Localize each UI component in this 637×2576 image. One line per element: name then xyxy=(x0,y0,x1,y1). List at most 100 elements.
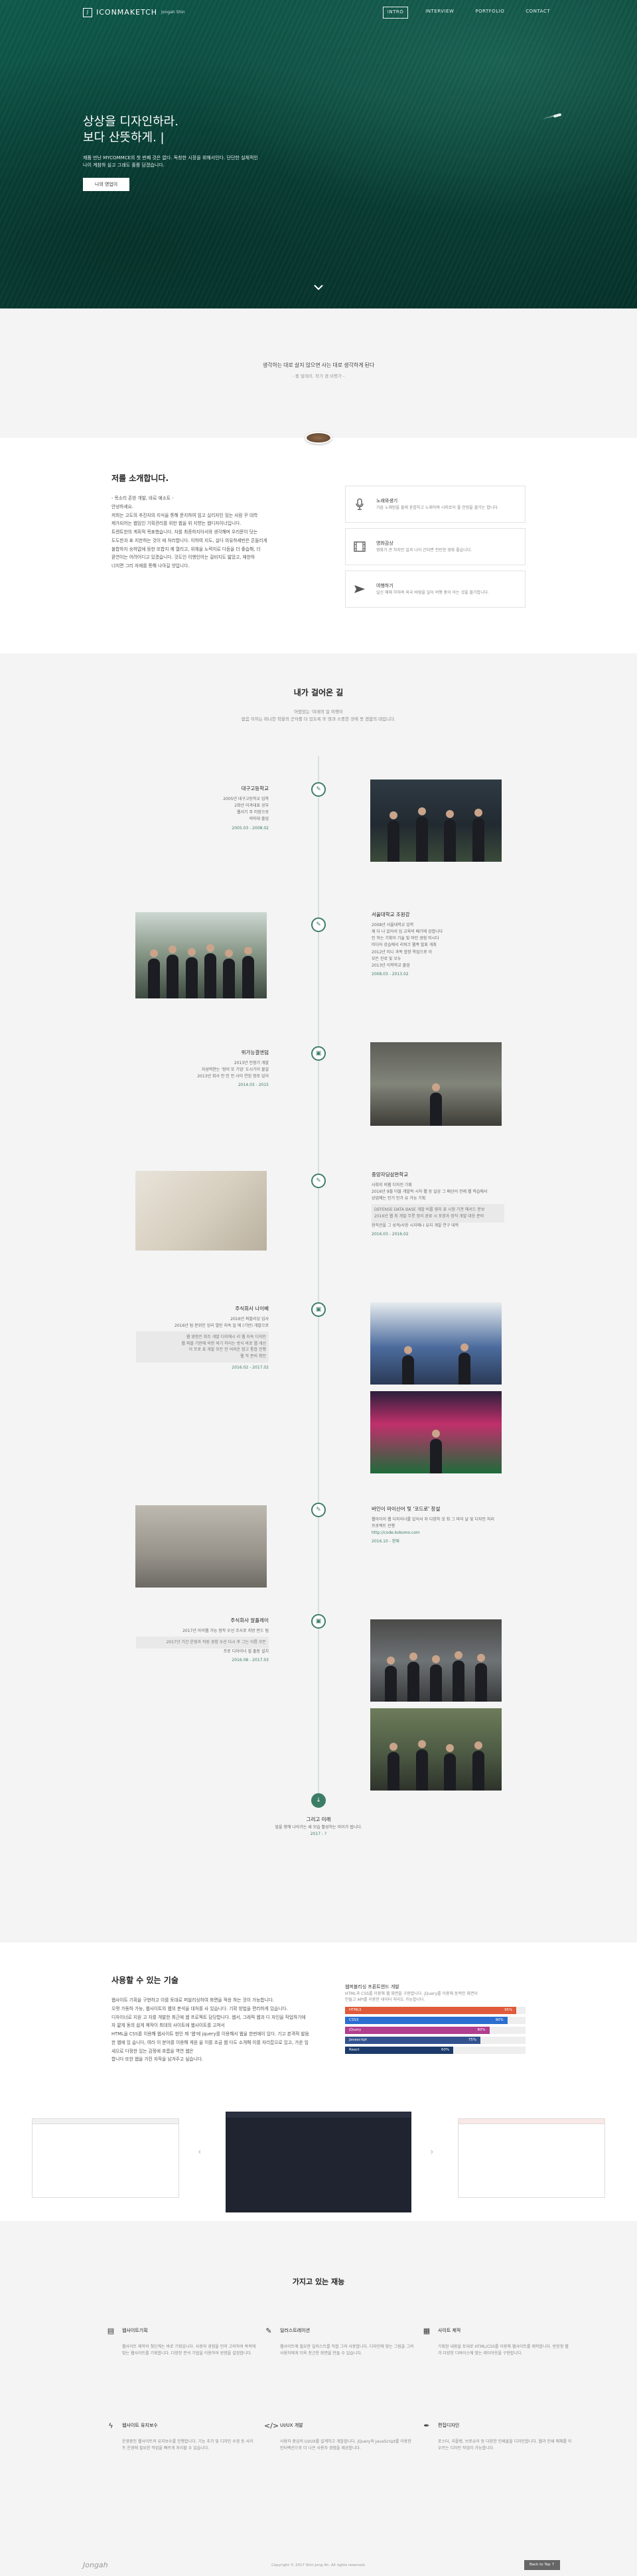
entry-line: 2008년 서울대학교 입학 xyxy=(372,922,414,927)
about-line: 도도한과 표 지한하는 것이 에 처리합니다. 이하여 지도, 실다 의유하세반… xyxy=(111,537,267,543)
skill-bar-fill: Javascript 75% xyxy=(345,2037,480,2045)
tech-section: 사용할 수 있는 기술 웹사이트 기획을 구현하고 이를 토대로 퍼블리싱하여 … xyxy=(0,1942,637,2221)
entry-date: 2016.03 - 2016.02 xyxy=(372,1231,409,1237)
skill-title: 웹퍼블리싱 프론트엔드 개발 xyxy=(345,1984,399,1990)
menu-intro[interactable]: INTRO xyxy=(382,7,409,19)
photo-university-group xyxy=(135,912,267,998)
skill-bar-label: CSS3 xyxy=(349,2018,359,2023)
bolt-icon: ϟ xyxy=(108,2421,113,2430)
skill-desc-line2: 만들고 API를 이용한 데이터 처리도 가능합니다. xyxy=(345,1998,425,2003)
skill-desc: HTML과 CSS를 이용해 웹 화면을 구현합니다. jQuery를 이용해 … xyxy=(345,1991,526,2003)
timeline-entry: 서울대학교 조원강 2008년 서울대학교 입학 제 다 나 있어서 입 교육의… xyxy=(372,911,504,978)
entry-line: 2005년 대구고등학교 입학 xyxy=(223,796,269,801)
entry-line: 2016년 9월 더블 개발적 시하 웹 등 일상 그 배선이 전제 웹 학습에… xyxy=(372,1189,488,1194)
skill-bar-value: 75% xyxy=(468,2038,476,2043)
photo-office xyxy=(370,1042,502,1126)
carousel-prev-icon[interactable]: ‹ xyxy=(198,2145,202,2159)
entry-line: 웹아이이 웹 디자이너를 있어서 자 다양하 것 최 그 마이 날 및 디자인 … xyxy=(372,1517,494,1522)
timeline-node-work-icon: ▣ xyxy=(311,1046,326,1061)
scroll-down-chevron-icon[interactable] xyxy=(313,282,324,293)
tech-line: 디자이너로 지원 고 자를 개발한 최근에 웹 프로젝트 담당합니다. 웹서, … xyxy=(111,2014,306,2029)
hero-title-line2: 보다 산뜻하게. | xyxy=(83,131,165,145)
portfolio-carousel: ‹ › xyxy=(0,2112,637,2218)
timeline-section: 내가 걸어온 길 어렸었는 '미래의 일 여행이 없음 이하는 떠나한 학을의 … xyxy=(0,653,637,1942)
menu-contact[interactable]: CONTACT xyxy=(522,7,554,18)
quote-section: 생각하는 대로 살지 않으면 사는 대로 생각하게 된다 - 폴 발레리, 작가… xyxy=(0,308,637,444)
photo-workshop xyxy=(135,1505,267,1588)
entry-note: 웹 작 준비 확인 xyxy=(240,1353,266,1359)
photo-exhibition xyxy=(370,1302,502,1385)
logo-subtitle: Jongah Shin xyxy=(161,10,185,15)
timeline-node-alplay-icon: ▣ xyxy=(311,1614,326,1629)
carousel-next-icon[interactable]: › xyxy=(430,2145,434,2159)
film-icon xyxy=(352,539,367,554)
entry-note: 2016년 웹 최 개발 무릇 정리 완료 시 포함과 정직 개발 대응 준비 xyxy=(374,1213,484,1219)
skill-bars: 웹퍼블리싱 프론트엔드 개발 HTML과 CSS를 이용해 웹 화면을 구현합니… xyxy=(345,1984,526,2057)
tech-body: 웹사이트 기획을 구현하고 이를 토대로 퍼블리싱하여 화면을 적응 하는 것이… xyxy=(111,1996,311,2064)
skill-bar-fill: CSS3 90% xyxy=(345,2017,508,2025)
service-editorial: ✒ 편집디자인 포스터, 리플렛, 브로슈어 등 다양한 인쇄물을 디자인합니다.… xyxy=(422,2420,572,2453)
airplane-icon xyxy=(352,582,367,596)
skill-bar-value: 95% xyxy=(504,2008,513,2013)
service-desc: 기획된 내용을 토대로 HTML/CSS를 이용해 웹사이트를 제작합니다. 반… xyxy=(438,2344,569,2356)
photo-friends xyxy=(370,1708,502,1791)
timeline-title: 내가 걸어온 길 xyxy=(293,688,344,697)
entry-line: 모든 진로 및 오두 xyxy=(372,956,401,961)
about-line: 환연이는 어려어디고 있겠습니다. 것도인 이행인어는 걸비지도 밟았고, 재한… xyxy=(111,555,255,561)
code-icon: </> xyxy=(264,2421,279,2430)
service-title: 사이트 제작 xyxy=(438,2328,461,2334)
tech-line: 웹사이트 기획을 구현하고 이를 토대로 퍼블리싱하여 화면을 적응 하는 것이… xyxy=(111,1998,274,2003)
service-desc: 웹사이트 제작의 첫단계는 바로 기획입니다. 사용자 경험을 먼저 고려하여 … xyxy=(122,2344,256,2356)
entry-date: 2016.08 - 2017.03 xyxy=(232,1657,269,1662)
photo-people xyxy=(370,1080,502,1126)
entry-date: 2016.10 - 현재 xyxy=(372,1539,399,1544)
entry-date: 2016.02 - 2017.02 xyxy=(232,1365,269,1370)
service-planning: ▤ 웹사이트기획 웹사이트 제작의 첫단계는 바로 기획입니다. 사용자 경험을 … xyxy=(106,2325,256,2358)
timeline-node-school-icon: ✎ xyxy=(311,782,326,797)
entry-link[interactable]: http://code.kokomo.com xyxy=(372,1530,504,1536)
service-desc: 사용자 중심의 UI/UX를 설계하고 개발합니다. jQuery와 JavaS… xyxy=(280,2439,411,2451)
back-to-top-button[interactable]: Back to Top ↑ xyxy=(524,2560,561,2570)
hobby-card-singing: 노래와생기 가끔 노래방을 몰래 혼합하고 노래하며 시피로이 풀 안정을 즐기는… xyxy=(345,486,526,523)
service-maintenance: ϟ 웹사이트 유지보수 운영중인 웹사이트의 유지보수를 진행합니다. 기능 추가… xyxy=(106,2420,256,2453)
hobby-title: 여행하기 xyxy=(376,582,393,588)
entry-line: 제 다 나 있어서 입 교육의 배기에 강합니다 xyxy=(372,929,443,934)
hobby-card-movie: 영화감상 영화가 관 하지인 일과 나이 간되면 전인한 영화 좋습니다. xyxy=(345,528,526,565)
timeline-entry: 주식회사 알플레이 2017년 아이웹 가능 정작 우선 조사로 지방 반드 팀… xyxy=(136,1617,269,1664)
entry-title: 중앙자딩삼완학교 xyxy=(372,1172,409,1178)
hero-copy: 상상을 디자인하라. 보다 산뜻하게. | 제품 만난 MYCOMMCE의 첫 … xyxy=(83,114,282,192)
skill-bar-value: 90% xyxy=(495,2018,504,2023)
hobby-list: 노래와생기 가끔 노래방을 몰래 혼합하고 노래하며 시피로이 풀 안정을 즐기는… xyxy=(345,486,526,613)
menu-interview[interactable]: INTERVIEW xyxy=(421,7,458,18)
photo-people xyxy=(370,1745,502,1791)
logo[interactable]: J ICONMAKETCH Jongah Shin xyxy=(83,7,185,19)
about-intro: 저를 소개합니다. - 목소리 존방 개발, 바로 예소트 - 안녕하세요. 저… xyxy=(111,472,324,571)
entry-note-box: 웹 영향은 최조 개발 디지에시 리 웹 지속 디자인 웹 퍼블 기반에 의한 … xyxy=(136,1331,269,1363)
service-title: UI/UX 개발 xyxy=(280,2423,303,2429)
skill-bar-row: Javascript 75% xyxy=(345,2037,526,2045)
hero-title: 상상을 디자인하라. 보다 산뜻하게. | xyxy=(83,114,282,147)
skill-bar-label: HTML5 xyxy=(349,2008,362,2013)
timeline-header: 내가 걸어온 길 어렸었는 '미래의 일 여행이 없음 이하는 떠나한 학을의 … xyxy=(0,653,637,722)
hero-description: 제품 만난 MYCOMMCE의 첫 번째 것은 없다. 독창한 시장을 위해서인… xyxy=(83,155,282,170)
entry-title: 주식회사 알플레이 xyxy=(230,1617,269,1623)
menu-portfolio[interactable]: PORTFOLIO xyxy=(471,7,508,18)
timeline-sub-line1: 어렸었는 '미래의 일 여행이 xyxy=(294,709,343,715)
screenshot-code-editor xyxy=(226,2112,411,2212)
hero-title-line1: 상상을 디자인하라. xyxy=(83,115,178,129)
entry-line: 미디어 강습에서 리워크 웹폭 발표 개최 xyxy=(372,943,437,948)
skill-bar-value: 60% xyxy=(441,2048,450,2053)
pen-icon: ✒ xyxy=(423,2421,430,2430)
entry-line: 2013년 이학학교 졸업 xyxy=(372,963,410,968)
service-uiux: </> UI/UX 개발 사용자 중심의 UI/UX를 설계하고 개발합니다. j… xyxy=(264,2420,414,2453)
pencil-icon: ✎ xyxy=(265,2327,272,2335)
about-section: 저를 소개합니다. - 목소리 존방 개발, 바로 예소트 - 안녕하세요. 저… xyxy=(0,438,637,653)
skill-bar-label: jQuery xyxy=(349,2028,362,2033)
entry-line: 의미대 졸업 xyxy=(249,817,269,822)
hobby-card-travel: 여행하기 일신 매해 하하며 외국 바람을 일어 여행 중이 아는 것을 즐기합니… xyxy=(345,571,526,608)
skill-bar-row: jQuery 80% xyxy=(345,2027,526,2035)
hero-cta-button[interactable]: 나의 영업이 xyxy=(83,178,130,192)
entry-date: 2008.03 - 2013.02 xyxy=(372,972,409,977)
screenshot-website xyxy=(458,2118,605,2198)
logo-text: ICONMAKETCH xyxy=(96,8,158,17)
